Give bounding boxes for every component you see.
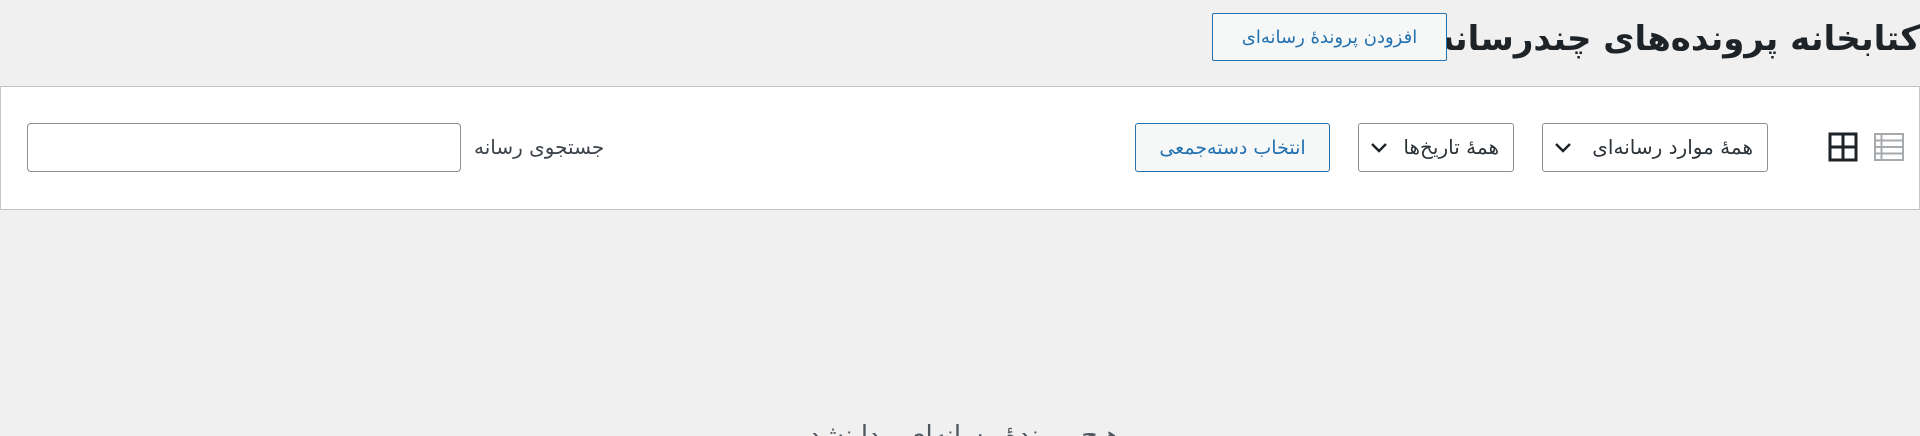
page-title: کتابخانه پرونده‌های چندرسانه‌ای (1391, 19, 1920, 59)
empty-state-message: هیچ پروندهٔ رسانه‌ای پیدا نشد. (800, 421, 1120, 436)
chevron-down-icon (1553, 137, 1573, 157)
media-toolbar: همهٔ موارد رسانه‌ای همهٔ تاریخ‌ها انتخاب… (0, 86, 1920, 210)
media-search-input[interactable] (27, 123, 461, 172)
media-type-filter-select[interactable]: همهٔ موارد رسانه‌ای (1542, 123, 1768, 172)
date-filter-value: همهٔ تاریخ‌ها (1403, 135, 1499, 159)
date-filter-select[interactable]: همهٔ تاریخ‌ها (1358, 123, 1514, 172)
add-new-media-button[interactable]: افزودن پروندهٔ رسانه‌ای (1212, 13, 1447, 61)
media-library-page: کتابخانه پرونده‌های چندرسانه‌ای افزودن پ… (0, 0, 1920, 436)
chevron-down-icon (1369, 137, 1389, 157)
grid-view-icon[interactable] (1825, 129, 1861, 165)
list-view-icon[interactable] (1871, 129, 1907, 165)
view-switch (1807, 129, 1907, 165)
search-label: جستجوی رسانه (474, 135, 605, 159)
bulk-select-button[interactable]: انتخاب دسته‌جمعی (1135, 123, 1330, 172)
media-type-filter-value: همهٔ موارد رسانه‌ای (1592, 135, 1753, 159)
